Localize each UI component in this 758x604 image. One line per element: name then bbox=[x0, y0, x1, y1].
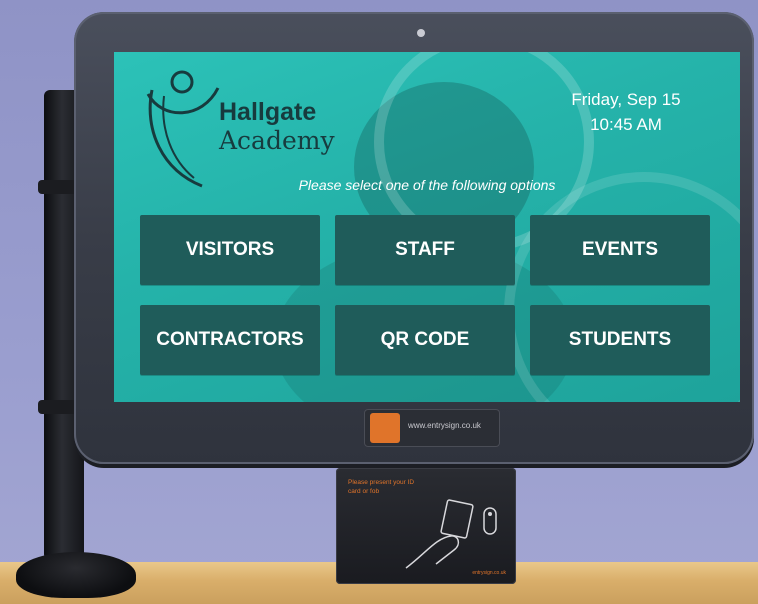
kiosk-tablet: Hallgate Academy Friday, Sep 15 10:45 AM… bbox=[74, 12, 754, 464]
visitors-button[interactable]: VISITORS bbox=[140, 215, 320, 285]
reader-instruction: Please present your ID card or fob bbox=[348, 479, 415, 495]
camera-icon bbox=[417, 29, 425, 37]
stand-base bbox=[16, 552, 136, 598]
contractors-button[interactable]: CONTRACTORS bbox=[140, 305, 320, 375]
students-button[interactable]: STUDENTS bbox=[530, 305, 710, 375]
kiosk-screen: Hallgate Academy Friday, Sep 15 10:45 AM… bbox=[114, 52, 740, 402]
brand-plate: www.entrysign.co.uk bbox=[364, 409, 500, 447]
card-reader[interactable]: Please present your ID card or fob entry… bbox=[336, 468, 516, 584]
options-grid: VISITORS STAFF EVENTS CONTRACTORS QR COD… bbox=[114, 52, 740, 402]
staff-button[interactable]: STAFF bbox=[335, 215, 515, 285]
reader-brand: entrysign.co.uk bbox=[472, 570, 506, 576]
qr-code-button[interactable]: QR CODE bbox=[335, 305, 515, 375]
card-tap-icon bbox=[405, 499, 497, 569]
entrysign-logo-icon bbox=[370, 413, 400, 443]
brand-url: www.entrysign.co.uk bbox=[408, 421, 481, 430]
events-button[interactable]: EVENTS bbox=[530, 215, 710, 285]
